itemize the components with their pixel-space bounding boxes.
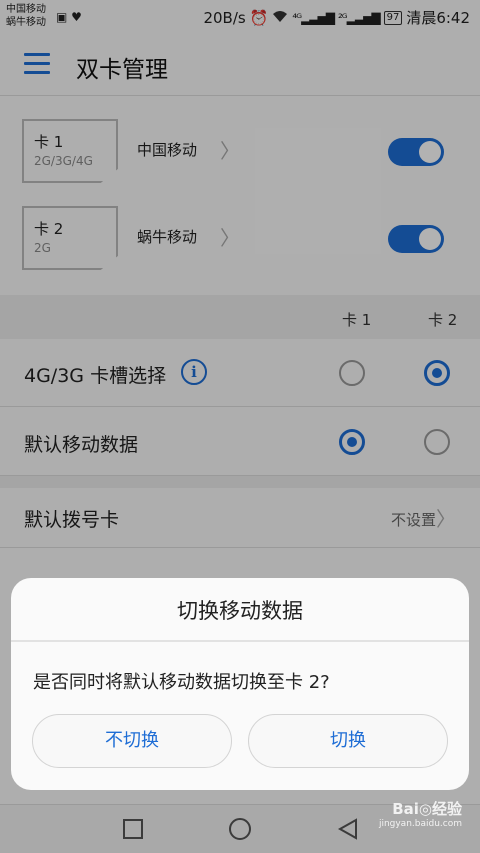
- dialog-title: 切换移动数据: [177, 599, 303, 623]
- dont-switch-button[interactable]: 不切换: [32, 714, 232, 768]
- dialog-message: 是否同时将默认移动数据切换至卡 2?: [33, 672, 330, 693]
- dialog-divider: [11, 640, 469, 642]
- watermark-url: jingyan.baidu.com: [378, 819, 462, 829]
- switch-button[interactable]: 切换: [248, 714, 448, 768]
- watermark: Bai◎经验 jingyan.baidu.com: [379, 798, 462, 829]
- watermark-logo: Bai◎经验: [392, 800, 462, 818]
- switch-data-dialog: 切换移动数据 是否同时将默认移动数据切换至卡 2? 不切换 切换: [11, 578, 469, 790]
